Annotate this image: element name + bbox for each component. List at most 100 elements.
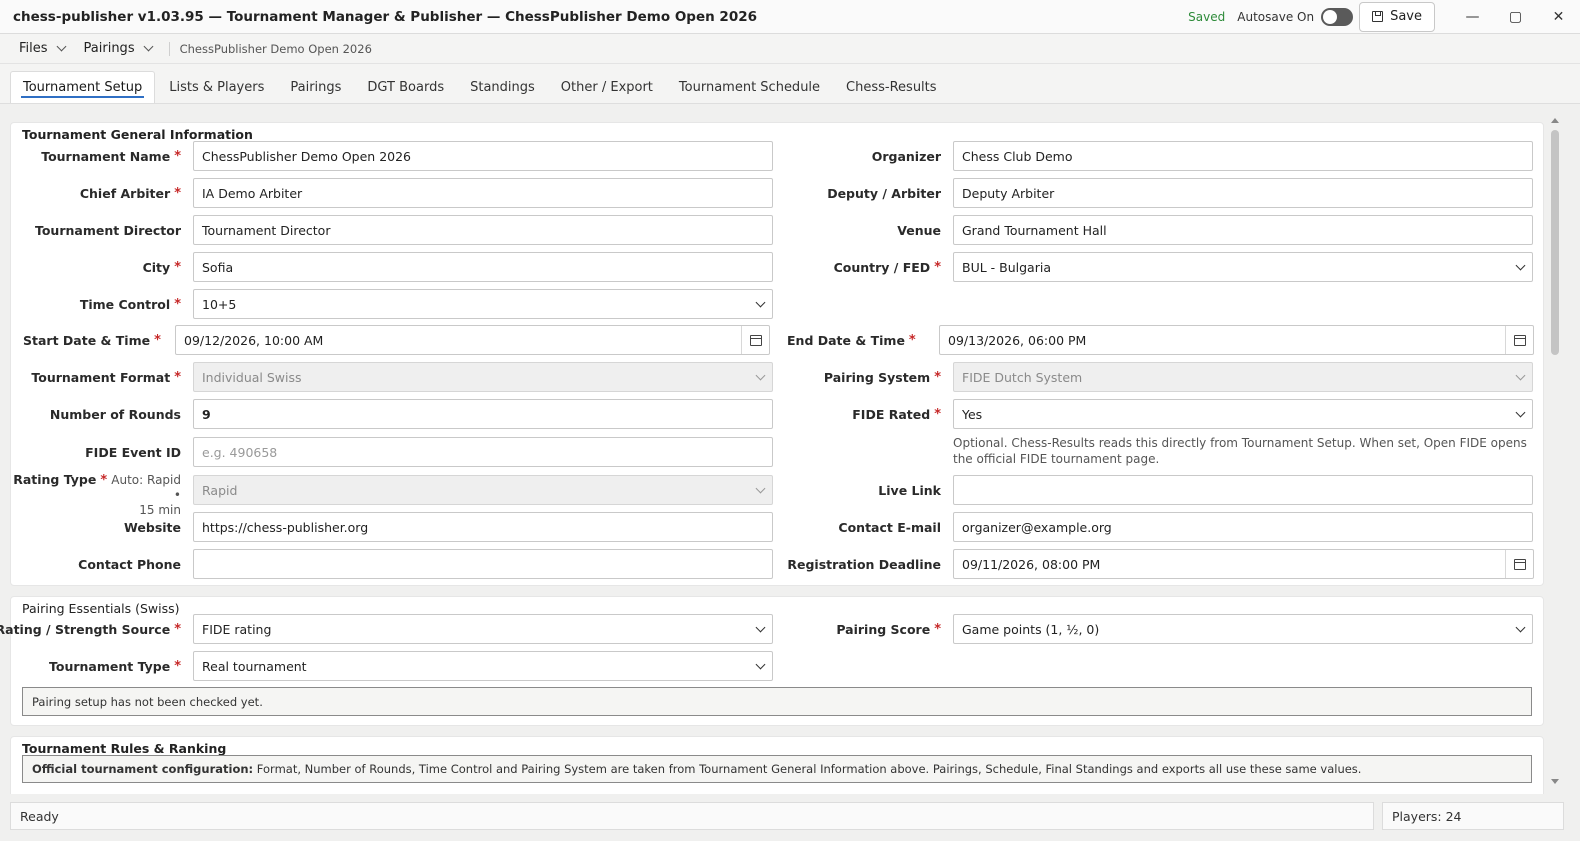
tournament-name-input[interactable]: ChessPublisher Demo Open 2026 [193, 141, 773, 171]
pairing-score-select[interactable]: Game points (1, ½, 0) [953, 614, 1533, 644]
scroll-down-icon[interactable] [1551, 779, 1559, 784]
chevron-down-icon [1515, 260, 1526, 271]
window-title: chess-publisher v1.03.95 — Tournament Ma… [13, 8, 757, 25]
files-menu-label: Files [19, 41, 48, 56]
chevron-down-icon [143, 41, 154, 52]
pairing-system-value: FIDE Dutch System [962, 369, 1083, 385]
organizer-input[interactable]: Chess Club Demo [953, 141, 1533, 171]
chevron-down-icon [755, 622, 766, 633]
time-control-select[interactable]: 10+5 [193, 289, 773, 319]
floppy-disk-icon [1372, 11, 1384, 22]
end-date-picker-button[interactable] [1505, 326, 1533, 354]
tab-dgt-boards[interactable]: DGT Boards [355, 71, 456, 103]
maximize-icon[interactable]: ▢ [1494, 0, 1537, 34]
tournament-type-value: Real tournament [202, 658, 307, 674]
fide-rated-label: FIDE Rated * [852, 406, 941, 422]
scroll-up-icon[interactable] [1551, 118, 1559, 123]
contact-phone-input[interactable] [193, 549, 773, 579]
tournament-type-label: Tournament Type * [48, 658, 181, 674]
official-config-note-title: Official tournament configuration: [32, 762, 254, 776]
calendar-icon [1513, 334, 1526, 346]
tab-chess-results[interactable]: Chess-Results [834, 71, 949, 103]
tab-tournament-schedule[interactable]: Tournament Schedule [667, 71, 832, 103]
country-label: Country / FED * [833, 259, 941, 275]
pairings-menu[interactable]: Pairings [78, 34, 165, 64]
general-info-card: Tournament General Information Tournamen… [10, 122, 1544, 586]
venue-label: Venue [897, 222, 941, 238]
files-menu[interactable]: Files [0, 34, 78, 64]
fide-event-id-label: FIDE Event ID [85, 444, 181, 460]
rating-source-value: FIDE rating [202, 621, 272, 637]
status-bar: Ready Players: 24 [0, 794, 1580, 841]
rating-type-value: Rapid [202, 482, 238, 498]
registration-deadline-picker-button[interactable] [1505, 550, 1533, 578]
website-input[interactable]: https://chess-publisher.org [193, 512, 773, 542]
tournament-format-select: Individual Swiss [193, 362, 773, 392]
tab-standings[interactable]: Standings [458, 71, 547, 103]
autosave-toggle[interactable] [1321, 7, 1354, 26]
deputy-arbiter-label: Deputy / Arbiter [827, 185, 941, 201]
scrollbar-thumb[interactable] [1551, 130, 1559, 355]
tab-lists-players[interactable]: Lists & Players [157, 71, 276, 103]
rating-source-label: Rating / Strength Source * [0, 621, 181, 637]
tournament-director-input[interactable]: Tournament Director [193, 215, 773, 245]
tournament-director-label: Tournament Director [34, 222, 181, 238]
registration-deadline-label: Registration Deadline [787, 556, 941, 572]
time-control-value: 10+5 [202, 296, 237, 312]
rules-ranking-card: Tournament Rules & Ranking Official tour… [10, 736, 1544, 794]
end-date-value: 09/13/2026, 06:00 PM [948, 332, 1087, 348]
tournament-format-value: Individual Swiss [202, 369, 302, 385]
tab-other-export[interactable]: Other / Export [549, 71, 665, 103]
chevron-down-icon [755, 659, 766, 670]
pairing-system-select: FIDE Dutch System [953, 362, 1533, 392]
rounds-input[interactable]: 9 [193, 399, 773, 429]
save-button[interactable]: Save [1359, 1, 1435, 32]
menu-bar: Files Pairings ChessPublisher Demo Open … [0, 34, 1580, 64]
chevron-down-icon [1515, 407, 1526, 418]
city-input[interactable]: Sofia [193, 252, 773, 282]
tournament-type-select[interactable]: Real tournament [193, 651, 773, 681]
live-link-label: Live Link [878, 482, 941, 498]
tab-pairings[interactable]: Pairings [278, 71, 353, 103]
calendar-icon [1513, 558, 1526, 570]
chevron-down-icon [755, 483, 766, 494]
close-icon[interactable]: ✕ [1537, 0, 1580, 34]
official-config-note-text: Format, Number of Rounds, Time Control a… [253, 762, 1362, 776]
fide-event-id-input[interactable]: e.g. 490658 [193, 437, 773, 467]
official-config-note: Official tournament configuration: Forma… [22, 755, 1532, 783]
chevron-down-icon [56, 41, 66, 52]
minimize-icon[interactable]: — [1451, 0, 1494, 34]
tab-bar: Tournament Setup Lists & Players Pairing… [0, 64, 1580, 104]
website-label: Website [124, 519, 181, 535]
tab-tournament-setup[interactable]: Tournament Setup [10, 71, 156, 103]
rating-type-hint: Auto: Rapid • [111, 473, 181, 502]
contact-phone-label: Contact Phone [78, 556, 181, 572]
fide-rated-select[interactable]: Yes [953, 399, 1533, 429]
start-date-input[interactable]: 09/12/2026, 10:00 AM [175, 325, 770, 355]
chevron-down-icon [755, 370, 766, 381]
venue-input[interactable]: Grand Tournament Hall [953, 215, 1533, 245]
vertical-scrollbar[interactable] [1548, 116, 1562, 786]
contact-email-input[interactable]: organizer@example.org [953, 512, 1533, 542]
registration-deadline-value: 09/11/2026, 08:00 PM [962, 556, 1101, 572]
end-date-input[interactable]: 09/13/2026, 06:00 PM [939, 325, 1534, 355]
autosave-label: Autosave On [1237, 9, 1315, 24]
country-select[interactable]: BUL - Bulgaria [953, 252, 1533, 282]
start-date-label: Start Date & Time * [23, 332, 161, 348]
saved-status: Saved [1188, 9, 1226, 24]
fide-event-help: Optional. Chess-Results reads this direc… [953, 436, 1527, 466]
rating-type-select: Rapid [193, 475, 773, 505]
registration-deadline-input[interactable]: 09/11/2026, 08:00 PM [953, 549, 1534, 579]
contact-email-label: Contact E-mail [838, 519, 941, 535]
deputy-arbiter-input[interactable]: Deputy Arbiter [953, 178, 1533, 208]
start-date-picker-button[interactable] [741, 326, 769, 354]
rating-source-select[interactable]: FIDE rating [193, 614, 773, 644]
rules-ranking-title: Tournament Rules & Ranking [22, 741, 227, 756]
live-link-input[interactable] [953, 475, 1533, 505]
fide-rated-value: Yes [962, 406, 983, 422]
start-date-value: 09/12/2026, 10:00 AM [184, 332, 324, 348]
players-count: Players: 24 [1382, 802, 1564, 830]
rounds-label: Number of Rounds [49, 406, 181, 422]
chief-arbiter-input[interactable]: IA Demo Arbiter [193, 178, 773, 208]
pairing-score-value: Game points (1, ½, 0) [962, 621, 1100, 637]
